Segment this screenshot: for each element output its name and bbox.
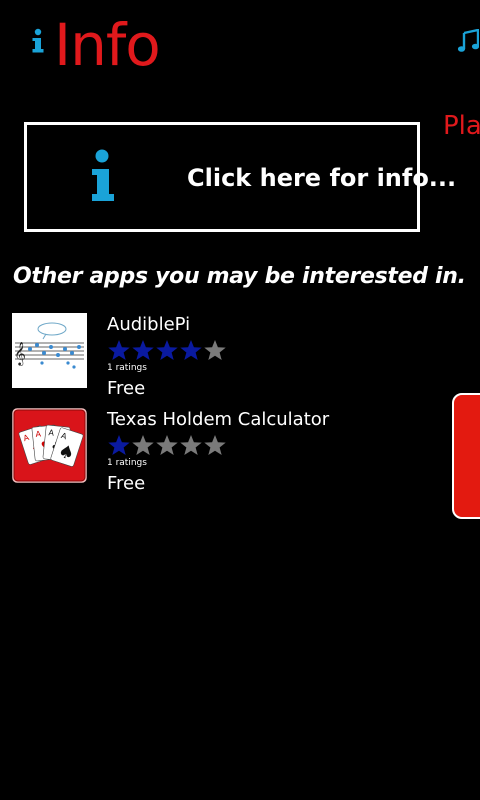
star-rating [107, 339, 227, 361]
playing-cards-thumbnail-icon: A ♦ A ♥ A ♣ A ♠ [12, 408, 87, 483]
star-empty-icon [204, 435, 226, 455]
svg-text:𝄞: 𝄞 [14, 341, 26, 366]
info-banner-button[interactable]: Click here for info... [24, 122, 456, 232]
star-empty-icon [156, 435, 178, 455]
info-icon [32, 28, 44, 53]
star-rating [107, 434, 227, 456]
info-banner-label: Click here for info... [187, 164, 457, 192]
star-filled-icon [108, 435, 130, 455]
next-pivot-panel-peek[interactable] [452, 393, 480, 519]
app-price: Free [107, 378, 146, 399]
music-note-icon[interactable] [457, 29, 479, 53]
section-heading: Other apps you may be interested in. [13, 264, 466, 289]
ratings-count: 1 ratings [107, 458, 147, 468]
star-empty-icon [204, 340, 226, 360]
app-list-item[interactable]: 𝄞 AudiblePi 1 ratings Free [12, 313, 432, 399]
star-filled-icon [132, 340, 154, 360]
music-score-thumbnail-icon: 𝄞 [12, 313, 87, 388]
star-filled-icon [156, 340, 178, 360]
app-list-item[interactable]: A ♦ A ♥ A ♣ A ♠ Texas Holdem Calculator … [12, 408, 432, 494]
app-name: AudiblePi [107, 314, 191, 335]
star-filled-icon [180, 340, 202, 360]
ratings-count: 1 ratings [107, 363, 147, 373]
star-empty-icon [180, 435, 202, 455]
app-name: Texas Holdem Calculator [107, 409, 330, 430]
star-empty-icon [132, 435, 154, 455]
info-icon [92, 149, 114, 201]
next-pivot-header-peek[interactable]: Pla [443, 110, 480, 142]
star-filled-icon [108, 340, 130, 360]
app-price: Free [107, 473, 146, 494]
page-title: Info [54, 11, 161, 79]
